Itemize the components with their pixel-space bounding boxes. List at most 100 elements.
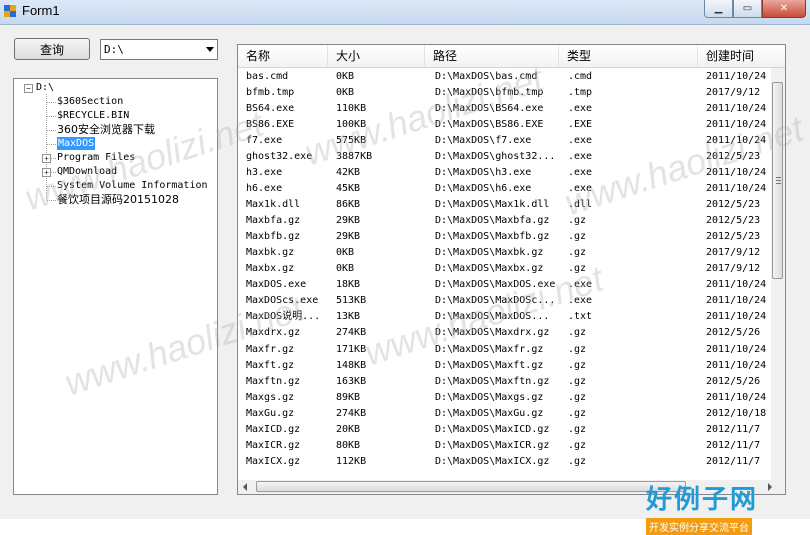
- table-cell: Maxft.gz: [246, 359, 295, 371]
- tree-node[interactable]: 360安全浏览器下载: [57, 123, 155, 136]
- tree-node[interactable]: 餐饮项目源码20151028: [57, 193, 179, 206]
- table-cell: 2012/5/23: [706, 199, 761, 211]
- table-cell: D:\MaxDOS\Maxbx.gz: [435, 263, 544, 275]
- table-cell: Maxfr.gz: [246, 343, 295, 355]
- tree-node[interactable]: $360Section: [57, 95, 123, 108]
- drive-select-value: D:\: [104, 43, 124, 56]
- table-cell: 2011/10/24: [706, 167, 766, 179]
- table-row[interactable]: BS86.EXE 100KB D:\MaxDOS\BS86.EXE .EXE 2011/…: [238, 117, 768, 133]
- tree-node[interactable]: MaxDOS: [57, 137, 96, 150]
- table-cell: D:\MaxDOS\BS86.EXE: [435, 119, 544, 131]
- table-row[interactable]: MaxGu.gz 274KB D:\MaxDOS\MaxGu.gz .gz 2012/1…: [238, 406, 768, 422]
- table-cell: 80KB: [336, 439, 361, 451]
- table-cell: 2011/10/24: [706, 295, 766, 307]
- table-cell: D:\MaxDOS\Maxfr.gz: [435, 343, 544, 355]
- table-cell: 2012/11/7: [706, 455, 761, 467]
- table-row[interactable]: Maxftn.gz 163KB D:\MaxDOS\Maxftn.gz .gz 2012…: [238, 374, 768, 390]
- table-row[interactable]: MaxDOScs.exe 513KB D:\MaxDOS\MaxDOSc... .ex…: [238, 293, 768, 309]
- table-row[interactable]: BS64.exe 110KB D:\MaxDOS\BS64.exe .exe 2011/…: [238, 101, 768, 117]
- table-cell: MaxICX.gz: [246, 455, 301, 467]
- table-cell: .exe: [568, 151, 593, 163]
- table-cell: D:\MaxDOS\Maxbfb.gz: [435, 231, 550, 243]
- table-cell: 29KB: [336, 215, 361, 227]
- table-cell: D:\MaxDOS\Maxdrx.gz: [435, 327, 550, 339]
- table-row[interactable]: bas.cmd 0KB D:\MaxDOS\bas.cmd .cmd 2011/10/2…: [238, 69, 768, 85]
- scroll-left-icon[interactable]: [243, 483, 247, 491]
- close-icon: ✕: [779, 3, 789, 14]
- tree-node[interactable]: Program Files: [57, 151, 135, 164]
- table-cell: 2012/5/23: [706, 231, 761, 243]
- table-cell: 2011/10/24: [706, 71, 766, 82]
- table-row[interactable]: Maxbfa.gz 29KB D:\MaxDOS\Maxbfa.gz .gz 2012/…: [238, 213, 768, 229]
- table-row[interactable]: Maxbk.gz 0KB D:\MaxDOS\Maxbk.gz .gz 2017/9/1…: [238, 245, 768, 261]
- column-header[interactable]: 大小: [328, 45, 425, 67]
- table-row[interactable]: MaxICX.gz 112KB D:\MaxDOS\MaxICX.gz .gz 2012…: [238, 454, 768, 470]
- table-cell: .gz: [568, 247, 587, 259]
- table-cell: .exe: [568, 135, 593, 147]
- table-row[interactable]: h6.exe 45KB D:\MaxDOS\h6.exe .exe 2011/10/24: [238, 181, 768, 197]
- table-cell: .gz: [568, 327, 587, 339]
- vertical-scroll-thumb[interactable]: [772, 82, 783, 279]
- maximize-icon: ▭: [742, 3, 753, 14]
- table-cell: 2012/5/26: [706, 375, 761, 387]
- column-header[interactable]: 类型: [559, 45, 698, 67]
- tree-node[interactable]: $RECYCLE.BIN: [57, 109, 129, 122]
- table-cell: 2012/10/18: [706, 407, 766, 419]
- table-row[interactable]: Maxgs.gz 89KB D:\MaxDOS\Maxgs.gz .gz 2011/10…: [238, 390, 768, 406]
- table-cell: .gz: [568, 359, 587, 371]
- table-cell: 2011/10/24: [706, 359, 766, 371]
- collapse-icon[interactable]: −: [24, 84, 33, 93]
- table-cell: MaxICR.gz: [246, 439, 301, 451]
- table-cell: D:\MaxDOS\Maxbfa.gz: [435, 215, 550, 227]
- table-cell: 2012/5/23: [706, 151, 761, 163]
- table-row[interactable]: MaxDOS说明... 13KB D:\MaxDOS\MaxDOS... .txt 20…: [238, 309, 768, 325]
- table-cell: D:\MaxDOS\f7.exe: [435, 135, 532, 147]
- table-row[interactable]: Maxbfb.gz 29KB D:\MaxDOS\Maxbfb.gz .gz 2012/…: [238, 229, 768, 245]
- table-cell: h3.exe: [246, 167, 283, 179]
- table-cell: .gz: [568, 215, 587, 227]
- close-button[interactable]: ✕: [762, 0, 806, 18]
- expand-icon[interactable]: +: [42, 168, 51, 177]
- table-row[interactable]: MaxICD.gz 20KB D:\MaxDOS\MaxICD.gz .gz 2012/…: [238, 422, 768, 438]
- table-row[interactable]: Maxft.gz 148KB D:\MaxDOS\Maxft.gz .gz 2011/1…: [238, 358, 768, 374]
- table-row[interactable]: ghost32.exe 3887KB D:\MaxDOS\ghost32... .ex…: [238, 149, 768, 165]
- table-cell: 148KB: [336, 359, 367, 371]
- column-header[interactable]: 路径: [425, 45, 559, 67]
- column-header[interactable]: 创建时间: [698, 45, 785, 67]
- dropdown-arrow-icon[interactable]: [206, 47, 214, 52]
- table-row[interactable]: f7.exe 575KB D:\MaxDOS\f7.exe .exe 2011/10/2…: [238, 133, 768, 149]
- vertical-scrollbar[interactable]: [771, 68, 785, 494]
- folder-tree[interactable]: − D:\ $360Section $RECYCLE.BIN 360安全浏览器下载 Max…: [13, 78, 218, 495]
- expand-icon[interactable]: +: [42, 154, 51, 163]
- table-cell: D:\MaxDOS\h6.exe: [435, 183, 532, 195]
- maximize-button[interactable]: ▭: [733, 0, 762, 18]
- table-row[interactable]: h3.exe 42KB D:\MaxDOS\h3.exe .exe 2011/10/24: [238, 165, 768, 181]
- query-button[interactable]: 查询: [14, 38, 90, 60]
- table-row[interactable]: Maxdrx.gz 274KB D:\MaxDOS\Maxdrx.gz .gz 2012…: [238, 325, 768, 341]
- window-title: Form1: [22, 3, 60, 18]
- tree-node[interactable]: QMDownload: [57, 165, 117, 178]
- table-cell: MaxDOScs.exe: [246, 295, 319, 307]
- window-controls: ▁ ▭ ✕: [704, 0, 806, 18]
- table-cell: 2011/10/24: [706, 279, 766, 291]
- table-row[interactable]: Maxfr.gz 171KB D:\MaxDOS\Maxfr.gz .gz 2011/1…: [238, 342, 768, 358]
- table-row[interactable]: MaxICR.gz 80KB D:\MaxDOS\MaxICR.gz .gz 2012/…: [238, 438, 768, 454]
- table-row[interactable]: MaxDOS.exe 18KB D:\MaxDOS\MaxDOS.exe .exe 20…: [238, 277, 768, 293]
- minimize-button[interactable]: ▁: [704, 0, 733, 18]
- table-row[interactable]: Max1k.dll 86KB D:\MaxDOS\Max1k.dll .dll 2012…: [238, 197, 768, 213]
- file-list[interactable]: 名称 大小 路径 类型 创建时间 bas.cmd 0KB D:\MaxDOS\bas.cmd…: [237, 44, 786, 495]
- table-cell: Maxbfb.gz: [246, 231, 301, 243]
- table-cell: MaxDOS.exe: [246, 279, 307, 291]
- site-logo: 好例子网 开发实例分享交流平台: [646, 479, 780, 535]
- tree-node[interactable]: System Volume Information: [57, 179, 208, 192]
- table-row[interactable]: bfmb.tmp 0KB D:\MaxDOS\bfmb.tmp .tmp 2017/9/…: [238, 85, 768, 101]
- table-cell: .gz: [568, 423, 587, 435]
- table-row[interactable]: Maxbx.gz 0KB D:\MaxDOS\Maxbx.gz .gz 2017/9/1…: [238, 261, 768, 277]
- horizontal-scroll-thumb[interactable]: [256, 481, 686, 492]
- table-cell: 163KB: [336, 375, 367, 387]
- tree-node-root[interactable]: D:\: [36, 81, 54, 94]
- table-cell: 2012/11/7: [706, 423, 761, 435]
- drive-select[interactable]: D:\: [100, 39, 218, 60]
- table-cell: 2011/10/24: [706, 119, 766, 131]
- column-header[interactable]: 名称: [238, 45, 328, 67]
